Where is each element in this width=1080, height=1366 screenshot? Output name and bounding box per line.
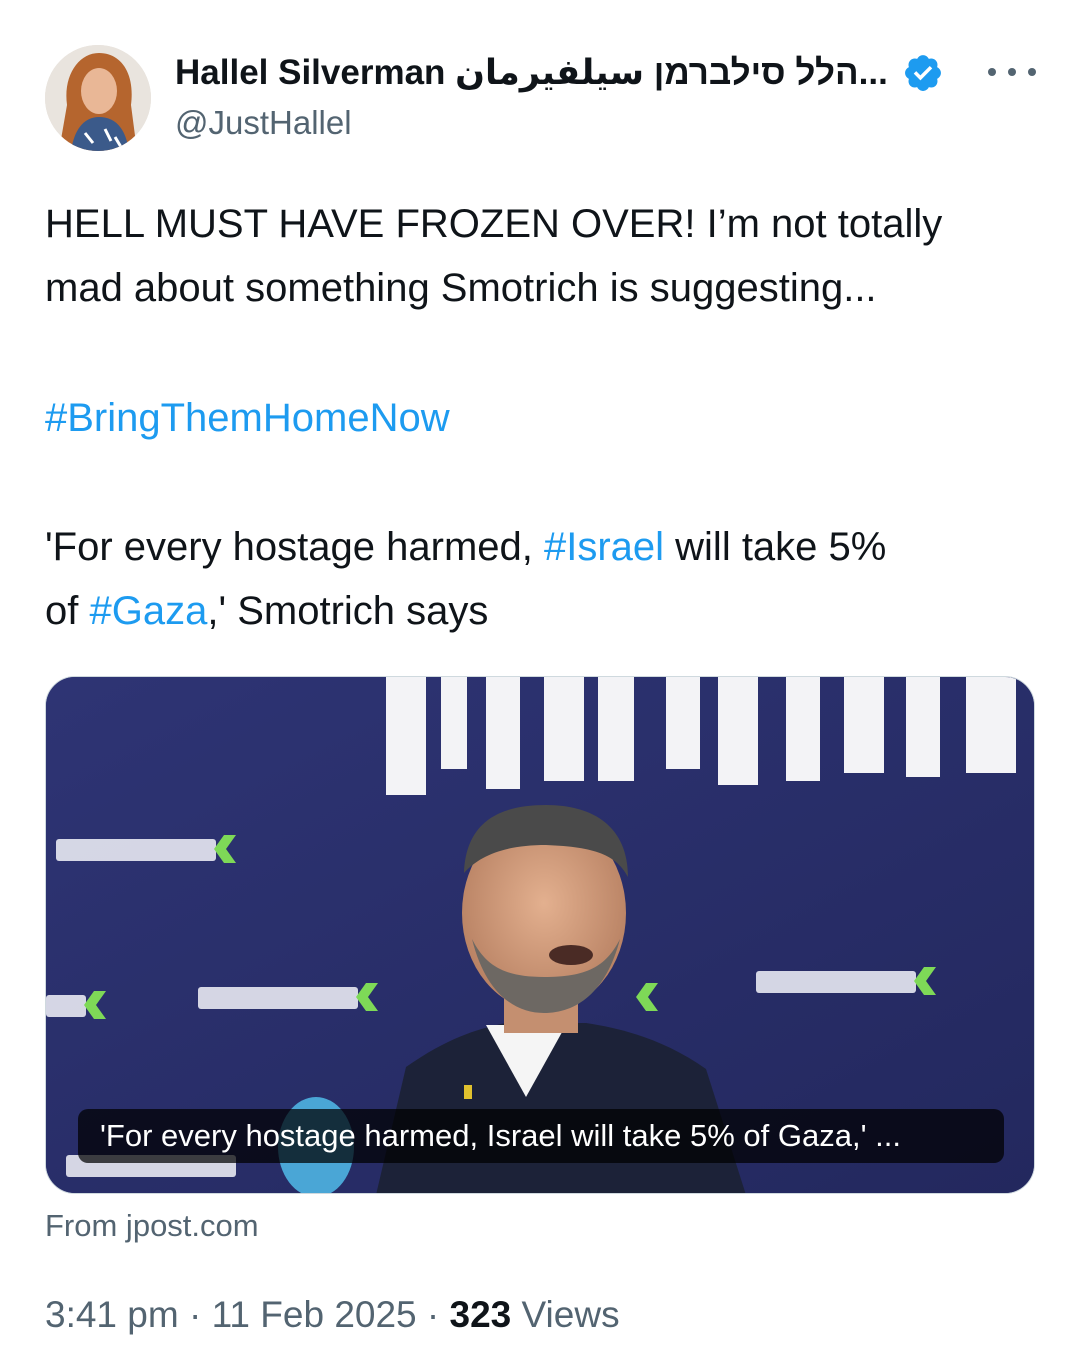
tweet-hashtag-paragraph: #BringThemHomeNow <box>45 386 1045 450</box>
author-name-row[interactable]: Hallel Silverman הלל סילברמן سيلفيرمان..… <box>175 50 944 96</box>
quote-text: ,' Smotrich says <box>207 589 489 633</box>
link-preview-card[interactable]: 'For every hostage harmed, Israel will t… <box>45 676 1035 1194</box>
more-dot <box>1008 68 1016 76</box>
video-caption: 'For every hostage harmed, Israel will t… <box>78 1109 1004 1163</box>
card-source-domain[interactable]: From jpost.com <box>45 1208 259 1244</box>
quote-text: of <box>45 589 90 633</box>
avatar-image <box>45 45 151 151</box>
author-handle[interactable]: @JustHallel <box>175 104 352 142</box>
tweet-text-line-2: mad about something Smotrich is suggesti… <box>45 266 877 310</box>
more-dot <box>1028 68 1036 76</box>
verified-badge-icon <box>904 55 941 91</box>
tweet-quote-line-1: 'For every hostage harmed, #Israel will … <box>45 515 1045 579</box>
more-options-button[interactable] <box>988 58 1036 86</box>
author-display-name[interactable]: Hallel Silverman הלל סילברמן سيلفيرمان..… <box>175 53 888 93</box>
tweet-time[interactable]: 3:41 pm <box>45 1294 179 1335</box>
quote-text: will take 5% <box>664 525 887 569</box>
tweet-date[interactable]: 11 Feb 2025 <box>212 1294 417 1335</box>
quote-text: 'For every hostage harmed, <box>45 525 544 569</box>
more-dot <box>988 68 996 76</box>
views-label: Views <box>511 1294 620 1335</box>
meta-separator: · <box>416 1294 450 1335</box>
meta-separator: · <box>178 1294 212 1335</box>
tweet-meta: 3:41 pm · 11 Feb 2025 · 323 Views <box>45 1294 620 1336</box>
avatar[interactable] <box>45 45 151 151</box>
hashtag-gaza[interactable]: #Gaza <box>89 589 207 633</box>
tweet-quote-line-2: of #Gaza,' Smotrich says <box>45 579 1045 643</box>
views-count: 323 <box>449 1294 512 1335</box>
hashtag-bringthemhomenow[interactable]: #BringThemHomeNow <box>45 396 450 440</box>
hashtag-israel[interactable]: #Israel <box>544 525 664 569</box>
tweet-text-line-1: HELL MUST HAVE FROZEN OVER! I’m not tota… <box>45 202 943 246</box>
